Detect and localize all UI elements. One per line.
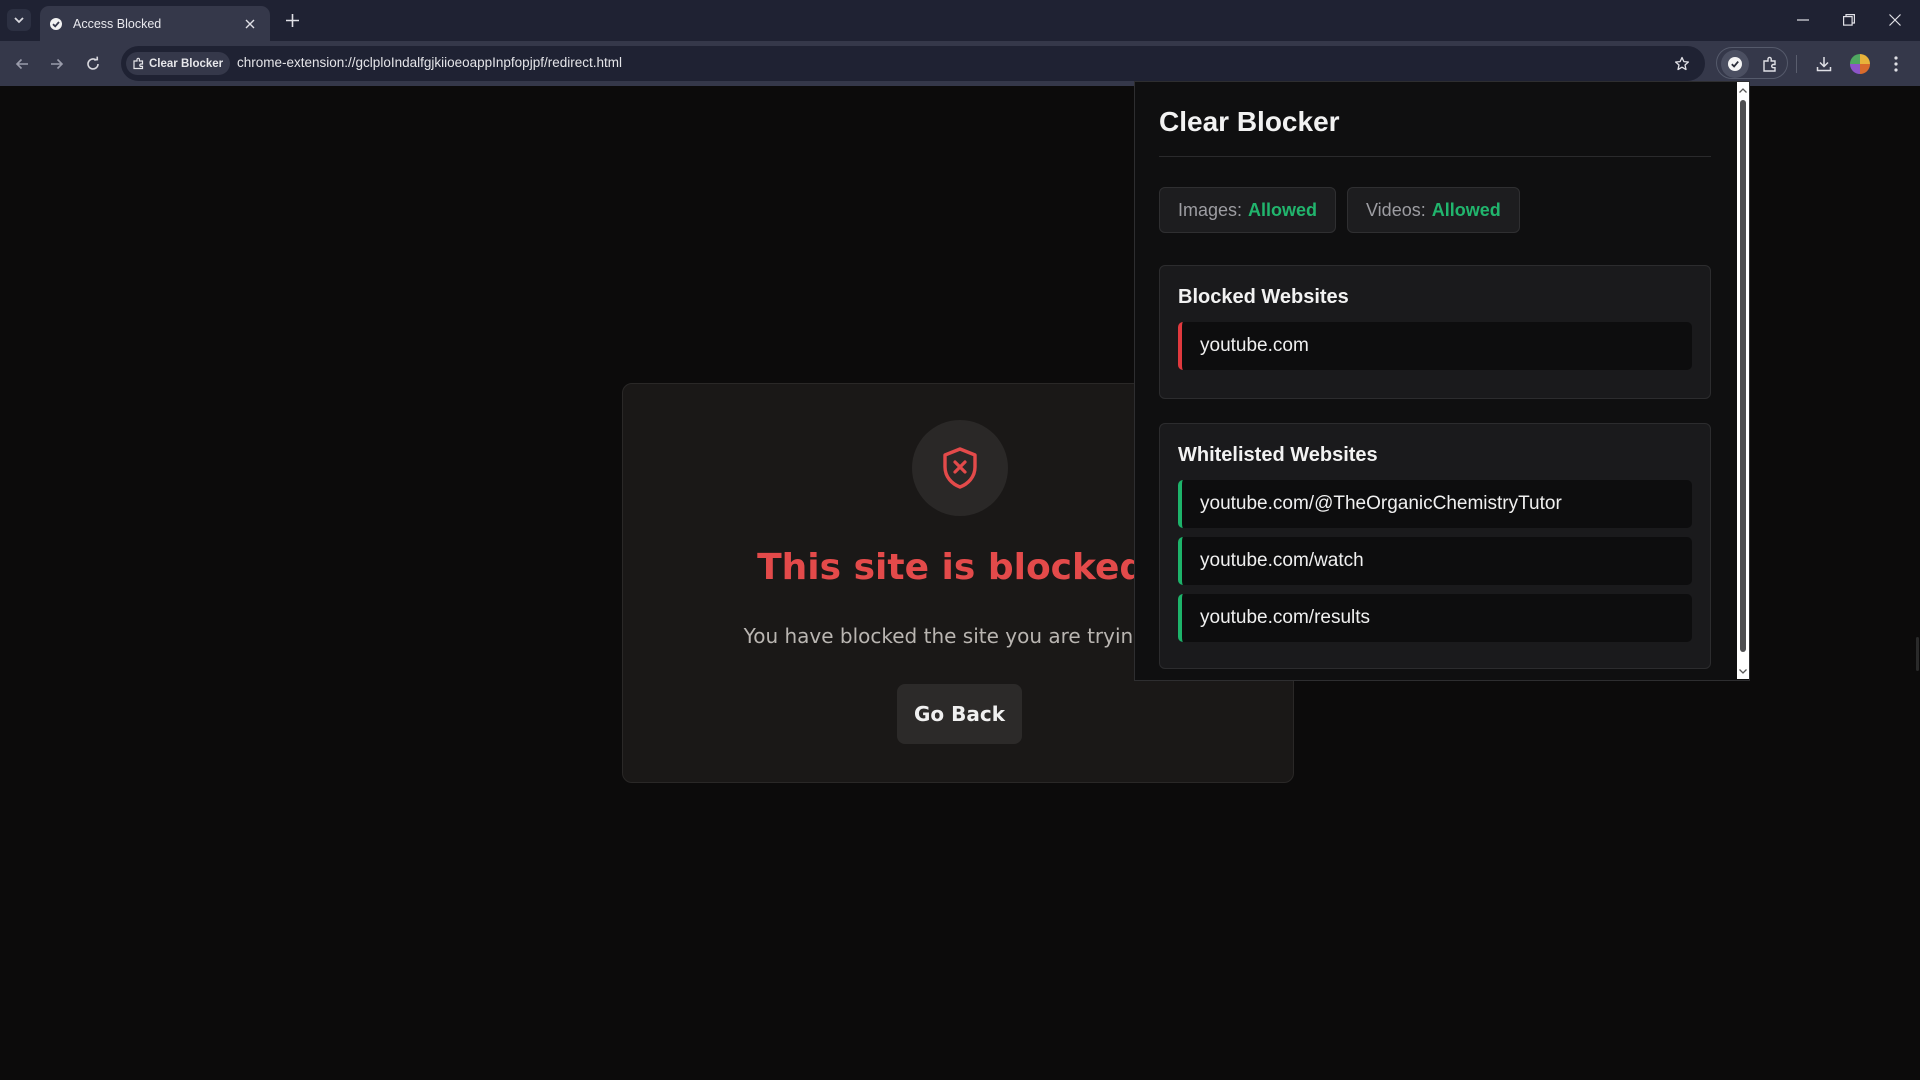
restore-icon[interactable] [1838,9,1860,31]
scroll-down-icon[interactable] [1738,666,1748,676]
more-menu-icon[interactable] [1886,52,1906,76]
tab-title: Access Blocked [73,16,162,31]
toolbar-divider [1796,55,1797,73]
extension-chip-icon [133,57,144,70]
active-tab[interactable]: Access Blocked [40,6,270,41]
clear-blocker-popup: Clear Blocker Images: Allowed Videos: Al… [1134,81,1750,681]
reload-icon[interactable] [81,52,105,76]
extension-favicon [50,17,62,30]
videos-label: Videos: [1366,199,1426,220]
blocked-websites-title: Blocked Websites [1178,286,1349,308]
popup-divider [1159,156,1711,157]
images-value: Allowed [1248,199,1318,220]
download-icon[interactable] [1812,52,1836,76]
images-label: Images: [1178,199,1243,220]
site-chip-label: Clear Blocker [149,57,224,70]
blocked-websites-section: Blocked Websites youtube.com [1159,265,1711,399]
tab-search-icon[interactable] [7,9,31,31]
whitelisted-websites-title: Whitelisted Websites [1178,444,1378,466]
puzzle-icon[interactable] [1758,52,1782,76]
address-bar[interactable]: Clear Blocker chrome-extension://gclploI… [121,46,1705,81]
plus-icon[interactable] [282,10,302,30]
videos-status[interactable]: Videos: Allowed [1347,187,1520,233]
clear-blocker-extension-icon[interactable] [1721,50,1749,78]
whitelisted-site-item[interactable]: youtube.com/@TheOrganicChemistryTutor [1178,480,1692,528]
shield-x-icon [912,420,1008,516]
close-icon[interactable] [240,14,260,34]
url-text[interactable]: chrome-extension://gclploIndalfgjkiioeoa… [237,55,622,70]
site-chip[interactable]: Clear Blocker [126,52,231,75]
back-icon[interactable] [10,52,34,76]
close-window-icon[interactable] [1884,9,1906,31]
scrollbar-thumb[interactable] [1740,100,1746,652]
whitelisted-site-item[interactable]: youtube.com/watch [1178,537,1692,585]
window-edge-marker [1916,637,1919,671]
toolbar: Clear Blocker chrome-extension://gclploI… [0,41,1920,86]
forward-icon[interactable] [45,52,69,76]
profile-avatar[interactable] [1850,54,1870,74]
images-status[interactable]: Images: Allowed [1159,187,1337,233]
popup-title: Clear Blocker [1159,106,1340,137]
go-back-button[interactable]: Go Back [897,684,1022,744]
videos-value: Allowed [1431,199,1501,220]
whitelisted-site-item[interactable]: youtube.com/results [1178,594,1692,642]
whitelisted-websites-section: Whitelisted Websites youtube.com/@TheOrg… [1159,423,1711,669]
minimize-icon[interactable] [1792,9,1814,31]
popup-scrollbar[interactable] [1737,82,1749,679]
star-icon[interactable] [1671,53,1693,75]
blocked-site-item[interactable]: youtube.com [1178,322,1692,370]
tab-strip: Access Blocked [0,0,1920,41]
scroll-up-icon[interactable] [1738,85,1748,95]
